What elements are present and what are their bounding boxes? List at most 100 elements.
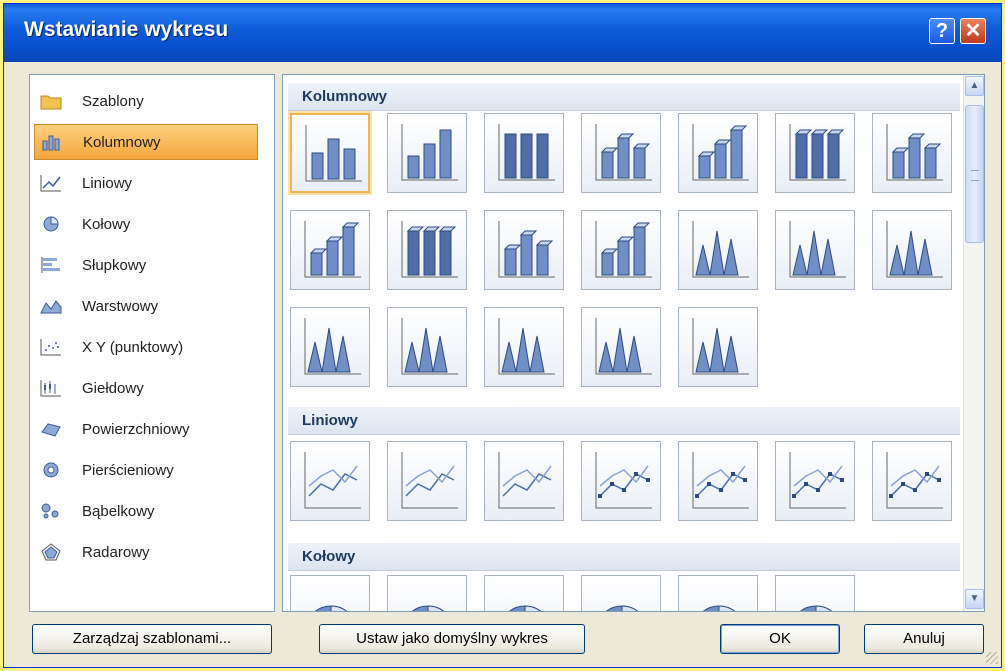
category-item[interactable]: Pierścieniowy	[34, 452, 258, 488]
chart-thumbnail-icon	[401, 318, 458, 375]
column-chart-icon	[41, 132, 63, 152]
chart-subtype-tile[interactable]	[484, 575, 564, 611]
chart-subtype-tile[interactable]	[775, 210, 855, 290]
chart-thumbnail-icon	[692, 452, 749, 509]
category-item[interactable]: Szablony	[34, 83, 258, 119]
gallery-scrollbar[interactable]: ▲ ▼	[963, 75, 984, 611]
category-item[interactable]: Liniowy	[34, 165, 258, 201]
chart-subtype-tile[interactable]	[484, 210, 564, 290]
category-label: Liniowy	[82, 174, 133, 192]
chart-thumbnail-icon	[304, 221, 361, 278]
category-label: Szablony	[82, 92, 144, 110]
chart-subtype-tile[interactable]	[290, 575, 370, 611]
chart-subtype-tile[interactable]	[678, 441, 758, 521]
line-chart-icon	[40, 173, 62, 193]
surface-chart-icon	[40, 419, 62, 439]
category-item[interactable]: Bąbelkowy	[34, 493, 258, 529]
resize-grip[interactable]	[986, 652, 998, 664]
chart-thumbnail-icon	[595, 452, 652, 509]
chart-subtype-gallery: ▲ ▼ Kolumnowy Liniowy Kołowy	[282, 74, 985, 612]
category-item[interactable]: Słupkowy	[34, 247, 258, 283]
chart-subtype-tile[interactable]	[678, 575, 758, 611]
chart-thumbnail-icon	[886, 124, 943, 181]
chart-thumbnail-icon	[314, 605, 348, 611]
chart-thumbnail-icon	[692, 318, 749, 375]
chart-thumbnail-icon	[789, 221, 846, 278]
chart-thumbnail-icon	[305, 125, 362, 182]
chart-subtype-tile[interactable]	[581, 575, 661, 611]
help-button[interactable]: ?	[929, 18, 955, 44]
scroll-thumb[interactable]	[965, 105, 984, 243]
category-item[interactable]: Powierzchniowy	[34, 411, 258, 447]
chart-thumbnail-icon	[498, 318, 555, 375]
pie-chart-icon	[40, 214, 62, 234]
chart-subtype-tile[interactable]	[581, 210, 661, 290]
chart-thumbnail-icon	[886, 221, 943, 278]
category-label: X Y (punktowy)	[82, 338, 184, 356]
chart-thumbnail-icon	[692, 124, 749, 181]
chart-subtype-tile[interactable]	[678, 307, 758, 387]
chart-subtype-tile[interactable]	[484, 441, 564, 521]
chart-subtype-tile[interactable]	[290, 307, 370, 387]
chart-subtype-tile[interactable]	[872, 113, 952, 193]
category-item[interactable]: Kołowy	[34, 206, 258, 242]
category-label: Kołowy	[82, 215, 131, 233]
chart-subtype-tile[interactable]	[678, 210, 758, 290]
ok-button[interactable]: OK	[720, 624, 840, 654]
radar-chart-icon	[40, 542, 62, 562]
chart-subtype-tile[interactable]	[484, 307, 564, 387]
close-button[interactable]: ✕	[960, 18, 986, 44]
category-item[interactable]: X Y (punktowy)	[34, 329, 258, 365]
chart-thumbnail-icon	[605, 605, 639, 611]
chart-thumbnail-icon	[401, 221, 458, 278]
chart-subtype-tile[interactable]	[775, 113, 855, 193]
set-default-chart-button[interactable]: Ustaw jako domyślny wykres	[319, 624, 585, 654]
category-label: Powierzchniowy	[82, 420, 190, 438]
chart-thumbnail-icon	[886, 452, 943, 509]
chart-thumbnail-icon	[304, 452, 361, 509]
title-bar[interactable]: Wstawianie wykresu ? ✕	[4, 4, 1001, 62]
chart-subtype-tile[interactable]	[290, 210, 370, 290]
insert-chart-dialog: Wstawianie wykresu ? ✕ Szablony Kolumnowy…	[3, 3, 1002, 668]
chart-thumbnail-icon	[304, 318, 361, 375]
chart-subtype-tile[interactable]	[387, 307, 467, 387]
manage-templates-button[interactable]: Zarządzaj szablonami...	[32, 624, 272, 654]
stock-chart-icon	[40, 378, 62, 398]
category-item[interactable]: Radarowy	[34, 534, 258, 570]
cancel-button[interactable]: Anuluj	[864, 624, 984, 654]
chart-subtype-tile[interactable]	[581, 307, 661, 387]
chart-subtype-tile[interactable]	[678, 113, 758, 193]
chart-subtype-tile[interactable]	[775, 441, 855, 521]
category-item[interactable]: Warstwowy	[34, 288, 258, 324]
area-chart-icon	[40, 296, 62, 316]
chart-subtype-tile[interactable]	[872, 210, 952, 290]
chart-subtype-tile[interactable]	[775, 575, 855, 611]
category-item[interactable]: Kolumnowy	[34, 124, 258, 160]
chart-subtype-tile[interactable]	[387, 210, 467, 290]
chart-subtype-tile[interactable]	[290, 441, 370, 521]
chart-thumbnail-icon	[498, 221, 555, 278]
chart-thumbnail-icon	[789, 452, 846, 509]
chart-subtype-tile[interactable]	[581, 441, 661, 521]
chart-thumbnail-icon	[595, 221, 652, 278]
category-label: Słupkowy	[82, 256, 147, 274]
window-title: Wstawianie wykresu	[24, 18, 229, 41]
chart-thumbnail-icon	[799, 605, 833, 611]
chart-subtype-tile[interactable]	[387, 575, 467, 611]
scroll-up-button[interactable]: ▲	[965, 76, 984, 96]
scroll-down-button[interactable]: ▼	[965, 589, 984, 609]
folder-icon	[40, 91, 62, 111]
chart-category-list: Szablony Kolumnowy Liniowy Kołowy Słupkowy Wa…	[29, 74, 275, 612]
chart-thumbnail-icon	[789, 124, 846, 181]
section-header: Kolumnowy	[288, 83, 960, 111]
chart-subtype-tile[interactable]	[290, 113, 370, 193]
chart-subtype-tile[interactable]	[484, 113, 564, 193]
chart-subtype-tile[interactable]	[387, 113, 467, 193]
chart-subtype-tile[interactable]	[387, 441, 467, 521]
chart-thumbnail-icon	[692, 221, 749, 278]
category-item[interactable]: Giełdowy	[34, 370, 258, 406]
category-label: Pierścieniowy	[82, 461, 174, 479]
chart-subtype-tile[interactable]	[872, 441, 952, 521]
chart-subtype-tile[interactable]	[581, 113, 661, 193]
chart-thumbnail-icon	[595, 318, 652, 375]
